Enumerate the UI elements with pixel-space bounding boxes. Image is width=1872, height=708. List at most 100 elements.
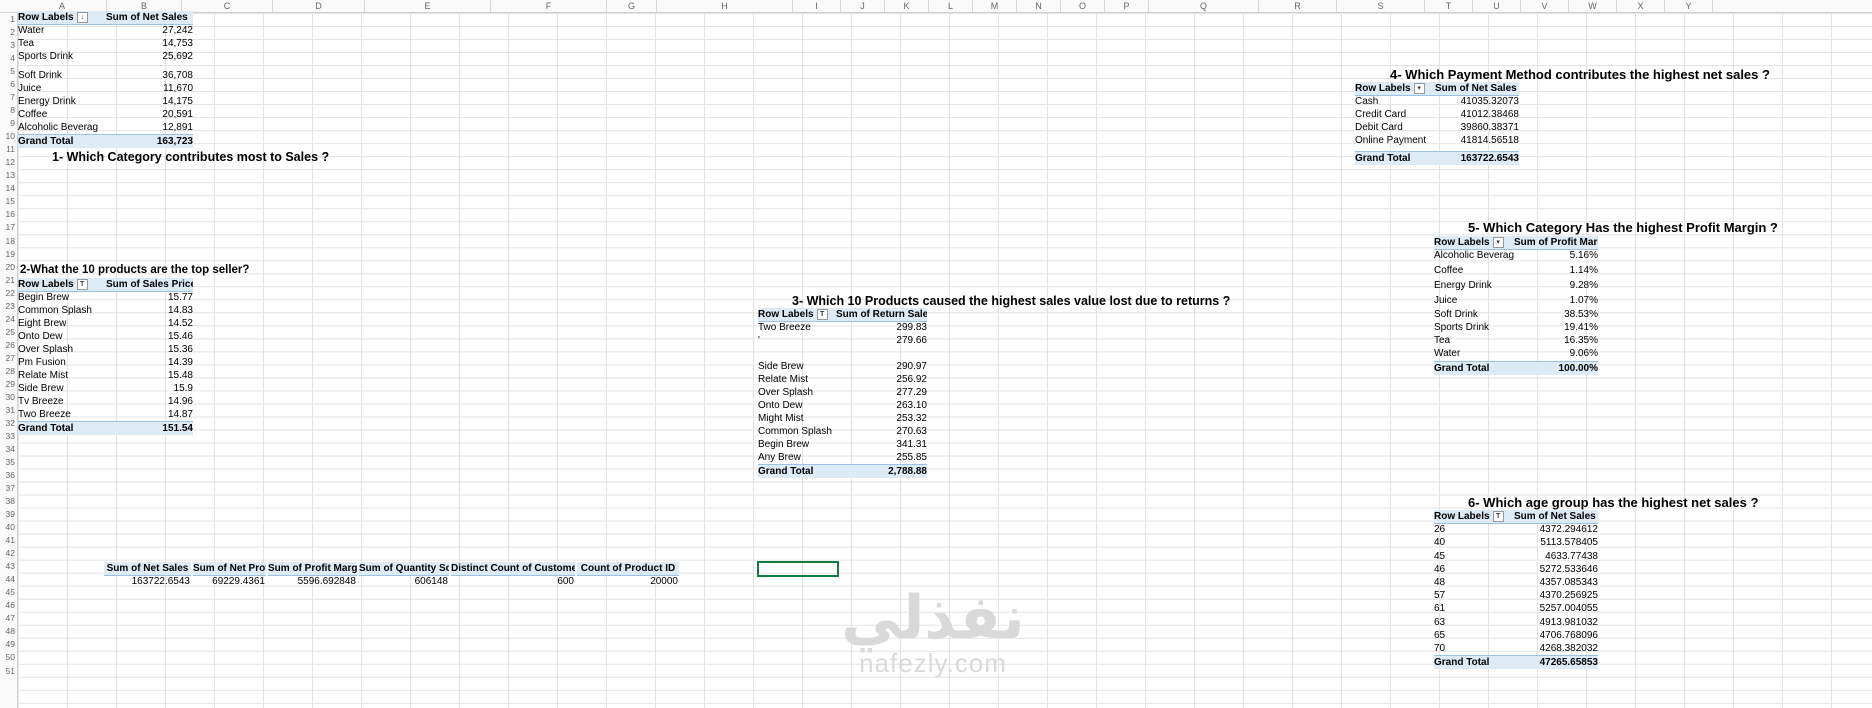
q6-label-cell: 40	[1434, 537, 1446, 549]
q3-value-cell: 270.63	[896, 426, 927, 437]
q1-filter-button[interactable]: ↓	[76, 11, 88, 23]
column-header-N[interactable]: N	[1017, 0, 1061, 12]
q1-label-cell: Tea	[18, 38, 35, 49]
row-header-43[interactable]: 43	[0, 560, 15, 573]
column-header-C[interactable]: C	[182, 0, 273, 12]
row-header-31[interactable]: 31	[0, 404, 15, 417]
q1-label-cell: Sports Drink	[18, 51, 74, 62]
q2-label-cell: Relate Mist	[18, 370, 69, 381]
column-header-P[interactable]: P	[1105, 0, 1149, 12]
row-header-9[interactable]: 9	[0, 117, 15, 130]
row-header-38[interactable]: 38	[0, 495, 15, 508]
row-header-1[interactable]: 1	[0, 13, 15, 26]
row-header-20[interactable]: 20	[0, 261, 15, 274]
column-header-W[interactable]: W	[1569, 0, 1617, 12]
column-header-G[interactable]: G	[607, 0, 657, 12]
row-header-15[interactable]: 15	[0, 195, 15, 208]
q3-filter-button[interactable]: T	[816, 308, 828, 320]
row-header-13[interactable]: 13	[0, 169, 15, 182]
row-header-5[interactable]: 5	[0, 65, 15, 78]
q4-filter-button[interactable]: ▾	[1413, 82, 1425, 94]
column-header-I[interactable]: I	[793, 0, 841, 12]
row-header-29[interactable]: 29	[0, 378, 15, 391]
row-header-27[interactable]: 27	[0, 352, 15, 365]
q6-value-cell: 4706.768096	[1539, 629, 1598, 641]
column-header-V[interactable]: V	[1521, 0, 1569, 12]
column-header-Y[interactable]: Y	[1665, 0, 1713, 12]
q5-value-cell: 38.53%	[1564, 308, 1598, 320]
row-header-18[interactable]: 18	[0, 235, 15, 248]
row-header-4[interactable]: 4	[0, 52, 15, 65]
kpi-value-cell: 606148	[414, 576, 448, 587]
column-header-D[interactable]: D	[273, 0, 365, 12]
column-header-Q[interactable]: Q	[1149, 0, 1259, 12]
row-header-49[interactable]: 49	[0, 638, 15, 651]
row-header-26[interactable]: 26	[0, 339, 15, 352]
question-6-title: 6- Which age group has the highest net s…	[1468, 495, 1759, 510]
row-header-50[interactable]: 50	[0, 651, 15, 664]
row-header-45[interactable]: 45	[0, 586, 15, 599]
row-header-10[interactable]: 10	[0, 130, 15, 143]
column-header-H[interactable]: H	[657, 0, 793, 12]
row-header-22[interactable]: 22	[0, 287, 15, 300]
row-header-33[interactable]: 33	[0, 430, 15, 443]
q3-value-cell: 2,788.88	[836, 464, 927, 478]
column-header-L[interactable]: L	[929, 0, 973, 12]
row-header-17[interactable]: 17	[0, 221, 15, 234]
row-header-48[interactable]: 48	[0, 625, 15, 638]
worksheet-grid[interactable]: ABCDEFGHIJKLMNOPQRSTUVWXY 1 2 3 4 5 6 7 8 9 10 11 1…	[0, 0, 1872, 708]
column-header-E[interactable]: E	[365, 0, 491, 12]
row-header-51[interactable]: 51	[0, 665, 15, 678]
column-header-M[interactable]: M	[973, 0, 1017, 12]
column-header-R[interactable]: R	[1259, 0, 1337, 12]
row-header-7[interactable]: 7	[0, 91, 15, 104]
row-header-21[interactable]: 21	[0, 274, 15, 287]
row-header-46[interactable]: 46	[0, 599, 15, 612]
row-header-30[interactable]: 30	[0, 391, 15, 404]
q3-label-cell: Relate Mist	[758, 374, 809, 385]
active-cell-selection[interactable]	[757, 561, 839, 577]
row-header-32[interactable]: 32	[0, 417, 15, 430]
kpi-value-cell: 20000	[650, 576, 678, 587]
row-header-36[interactable]: 36	[0, 469, 15, 482]
row-header-35[interactable]: 35	[0, 456, 15, 469]
q1-label-cell: Soft Drink	[18, 70, 62, 81]
row-header-11[interactable]: 11	[0, 143, 15, 156]
question-4-title: 4- Which Payment Method contributes the …	[1390, 67, 1770, 82]
q6-filter-button[interactable]: T	[1492, 510, 1504, 522]
row-header-40[interactable]: 40	[0, 521, 15, 534]
column-header-S[interactable]: S	[1337, 0, 1425, 12]
q3-label-cell: Two Breeze	[758, 322, 811, 333]
row-header-6[interactable]: 6	[0, 78, 15, 91]
column-header-F[interactable]: F	[491, 0, 607, 12]
row-headers[interactable]: 1 2 3 4 5 6 7 8 9 10 11 12 13 14 15 16 17 18 19 20 21 22 23 24 2…	[0, 13, 18, 708]
column-header-X[interactable]: X	[1617, 0, 1665, 12]
column-header-U[interactable]: U	[1473, 0, 1521, 12]
row-header-42[interactable]: 42	[0, 547, 15, 560]
column-header-T[interactable]: T	[1425, 0, 1473, 12]
row-header-44[interactable]: 44	[0, 573, 15, 586]
row-header-2[interactable]: 2	[0, 26, 15, 39]
q2-filter-button[interactable]: T	[76, 278, 88, 290]
column-headers[interactable]: ABCDEFGHIJKLMNOPQRSTUVWXY	[0, 0, 1872, 13]
row-header-39[interactable]: 39	[0, 508, 15, 521]
row-header-25[interactable]: 25	[0, 326, 15, 339]
row-header-47[interactable]: 47	[0, 612, 15, 625]
row-header-3[interactable]: 3	[0, 39, 15, 52]
row-header-34[interactable]: 34	[0, 443, 15, 456]
row-header-37[interactable]: 37	[0, 482, 15, 495]
row-header-24[interactable]: 24	[0, 313, 15, 326]
row-header-41[interactable]: 41	[0, 534, 15, 547]
column-header-O[interactable]: O	[1061, 0, 1105, 12]
q6-value-cell: 5257.004055	[1539, 603, 1598, 615]
row-header-28[interactable]: 28	[0, 365, 15, 378]
row-header-12[interactable]: 12	[0, 156, 15, 169]
row-header-19[interactable]: 19	[0, 248, 15, 261]
column-header-J[interactable]: J	[841, 0, 885, 12]
row-header-23[interactable]: 23	[0, 300, 15, 313]
row-header-16[interactable]: 16	[0, 208, 15, 221]
q5-filter-button[interactable]: ▾	[1492, 236, 1504, 248]
row-header-8[interactable]: 8	[0, 104, 15, 117]
row-header-14[interactable]: 14	[0, 182, 15, 195]
column-header-K[interactable]: K	[885, 0, 929, 12]
